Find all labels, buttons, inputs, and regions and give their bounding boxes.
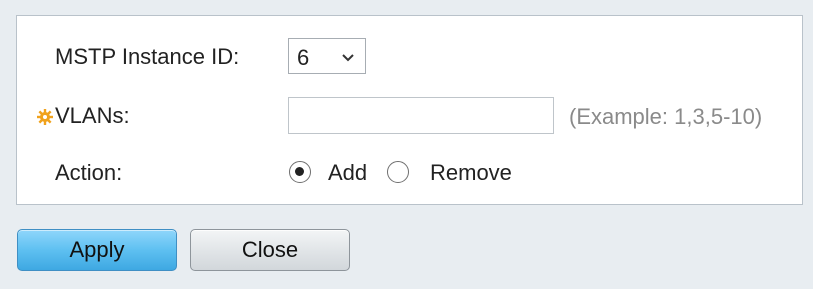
vlans-example-hint: (Example: 1,3,5-10) [569,104,763,129]
mstp-instance-id-value: 6 [297,45,310,70]
required-field-gear-icon [37,109,53,125]
action-label: Action: [55,160,123,185]
vlans-label: VLANs: [55,103,130,128]
mstp-instance-id-select[interactable]: 6 [288,38,366,74]
close-button[interactable]: Close [190,229,350,271]
action-remove-radio[interactable] [387,161,409,183]
apply-button[interactable]: Apply [17,229,177,271]
vlans-input[interactable] [288,97,554,134]
mstp-instance-id-label: MSTP Instance ID: [55,44,240,69]
action-add-radio[interactable] [289,161,311,183]
action-add-label[interactable]: Add [328,160,367,186]
action-remove-label[interactable]: Remove [430,160,512,186]
chevron-down-icon [342,54,354,62]
